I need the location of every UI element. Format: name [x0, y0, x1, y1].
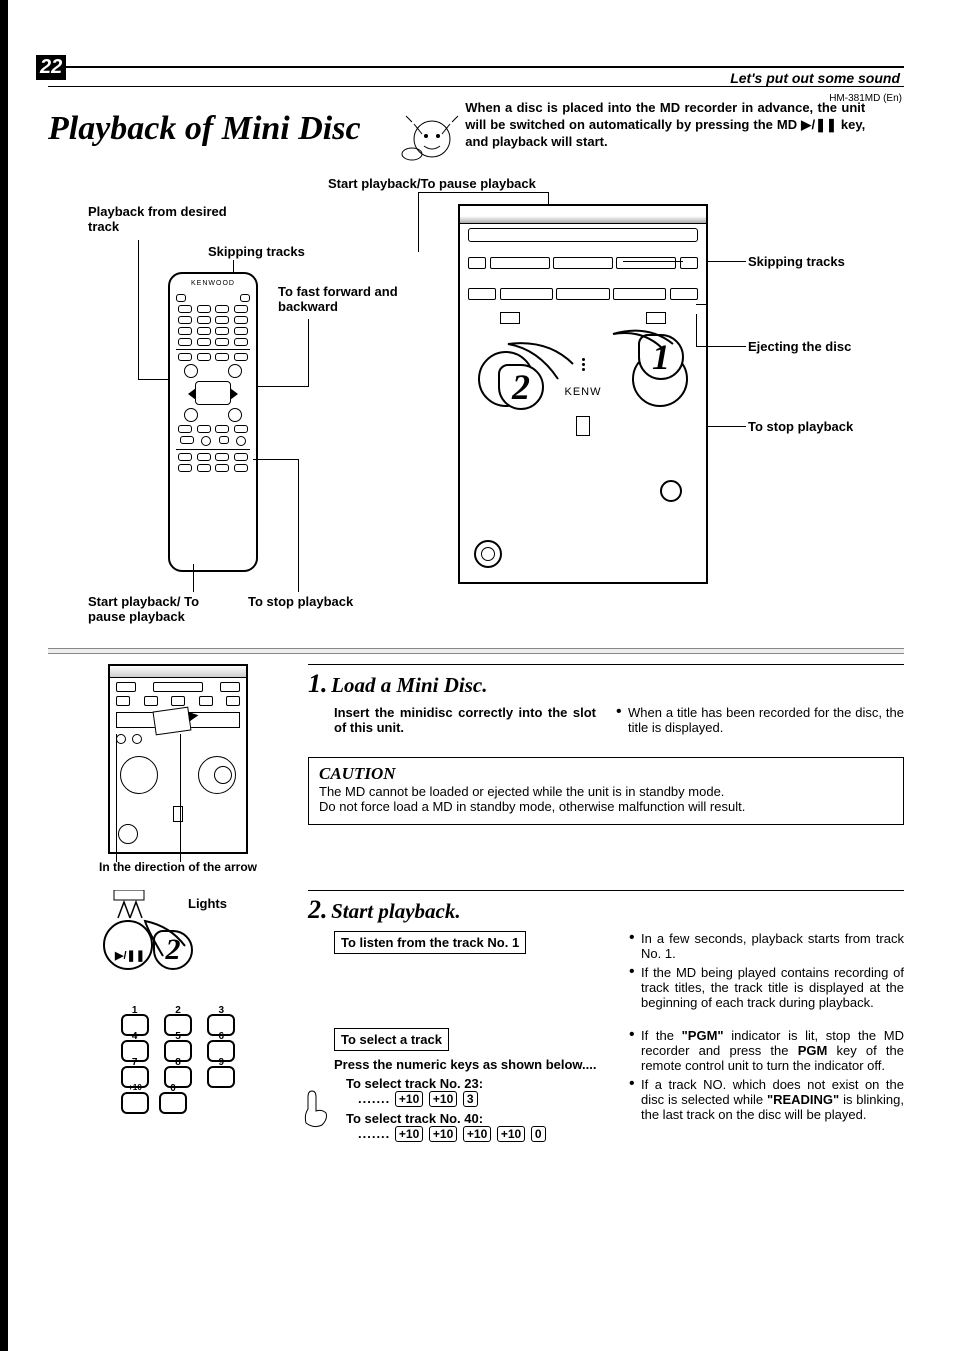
caution-title: CAUTION [319, 764, 893, 784]
mascot-illustration [392, 104, 462, 164]
page-title: Playback of Mini Disc [48, 110, 388, 148]
step-1-note: When a title has been recorded for the d… [616, 705, 904, 735]
label-start-pause-top: Start playback/To pause playback [328, 176, 536, 191]
step2-note-a2: If the MD being played contains recordin… [629, 965, 904, 1010]
section-divider [48, 648, 904, 654]
page-number: 22 [36, 55, 66, 80]
key-plus10: +10 [463, 1126, 491, 1142]
label-fast-forward: To fast forward and backward [278, 284, 418, 314]
key-plus10: +10 [395, 1126, 423, 1142]
key-plus10: +10 [429, 1091, 457, 1107]
select-40-label: To select track No. 40: [346, 1111, 609, 1126]
step-1-title: Load a Mini Disc. [331, 673, 487, 697]
step-2-number: 2. [308, 895, 328, 924]
divider-thin [48, 86, 904, 87]
load-disc-illustration [108, 664, 248, 854]
caution-line-1: The MD cannot be loaded or ejected while… [319, 784, 893, 799]
key-plus10: +10 [429, 1126, 457, 1142]
remote-brand-label: KENWOOD [170, 280, 256, 287]
label-playback-from: Playback from desired track [88, 204, 238, 234]
caution-line-2: Do not force load a MD in standby mode, … [319, 799, 893, 814]
step-1-lead: Insert the minidisc correctly into the s… [334, 705, 596, 735]
overview-diagram: Start playback/To pause playback Playbac… [48, 184, 904, 644]
label-skipping-right: Skipping tracks [748, 254, 845, 269]
key-plus10: +10 [497, 1126, 525, 1142]
numeric-keypad-illustration: 1 2 3 4 5 6 7 8 9 +10 0 [113, 1014, 243, 1114]
label-stop-right: To stop playback [748, 419, 853, 434]
label-start-pause-bottom: Start playback/ To pause playback [88, 594, 238, 624]
section-header-label: Let's put out some sound [48, 70, 900, 86]
key-3: 3 [463, 1091, 478, 1107]
label-skipping-left: Skipping tracks [208, 244, 305, 259]
step2-note-b2: If a track NO. which does not exist on t… [629, 1077, 904, 1122]
step2-note-b1: If the "PGM" indicator is lit, stop the … [629, 1028, 904, 1073]
select-track-box: To select a track [334, 1028, 449, 1051]
step2-note-a1: In a few seconds, playback starts from t… [629, 931, 904, 961]
divider [48, 66, 904, 68]
remote-control-illustration: KENWOOD [168, 272, 258, 572]
arrow-direction-label: In the direction of the arrow [48, 860, 308, 874]
key-0: 0 [531, 1126, 546, 1142]
press-numeric-label: Press the numeric keys as shown below...… [334, 1057, 609, 1072]
intro-paragraph: When a disc is placed into the MD record… [465, 100, 865, 151]
label-ejecting: Ejecting the disc [748, 339, 851, 354]
label-stop-bottom: To stop playback [248, 594, 353, 609]
key-plus10: +10 [395, 1091, 423, 1107]
step-1-number: 1. [308, 669, 328, 698]
step-2-title: Start playback. [331, 899, 461, 923]
caution-box: CAUTION The MD cannot be loaded or eject… [308, 757, 904, 825]
select-23-label: To select track No. 23: [346, 1076, 609, 1091]
lights-label: Lights [188, 896, 227, 911]
listen-track-1-box: To listen from the track No. 1 [334, 931, 526, 954]
